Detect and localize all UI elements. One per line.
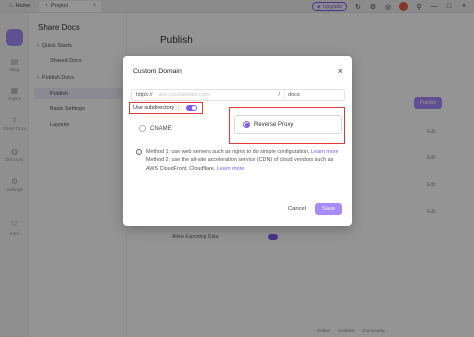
subdirectory-input[interactable]: docs — [284, 90, 344, 100]
reverse-proxy-option[interactable]: Reverse Proxy — [234, 115, 342, 134]
method1-learn-more-link[interactable]: Learn more — [311, 149, 339, 155]
method1-text: Method 1: use web servers such as nginx … — [146, 149, 310, 155]
cname-radio[interactable] — [139, 125, 146, 132]
use-subdirectory-label: Use subdirectory — [133, 105, 175, 111]
cancel-button[interactable]: Cancel — [285, 203, 309, 215]
url-scheme: https:// — [136, 92, 153, 98]
path-separator: / — [278, 92, 280, 98]
cname-label: CNAME — [150, 125, 172, 132]
save-button[interactable]: Save — [315, 203, 342, 215]
domain-input-row: https:// doc.yourdomain.com / docs — [131, 89, 345, 101]
dialog-title: Custom Domain — [133, 68, 182, 75]
cname-option[interactable]: CNAME — [139, 125, 172, 132]
help-icon[interactable]: ⓘ — [176, 105, 181, 112]
reverse-proxy-radio[interactable] — [243, 121, 250, 128]
close-icon[interactable]: × — [338, 66, 343, 76]
use-subdirectory-toggle[interactable] — [186, 105, 198, 111]
custom-domain-dialog: Custom Domain × https:// doc.yourdomain.… — [123, 56, 352, 226]
reverse-proxy-label: Reverse Proxy — [254, 121, 294, 128]
domain-input[interactable]: doc.yourdomain.com — [157, 92, 275, 98]
info-icon: i — [136, 149, 142, 155]
use-subdirectory-option: Use subdirectory ⓘ — [129, 102, 203, 114]
method2-learn-more-link[interactable]: Learn more — [217, 166, 245, 172]
method-info: i Method 1: use web servers such as ngin… — [133, 148, 345, 173]
